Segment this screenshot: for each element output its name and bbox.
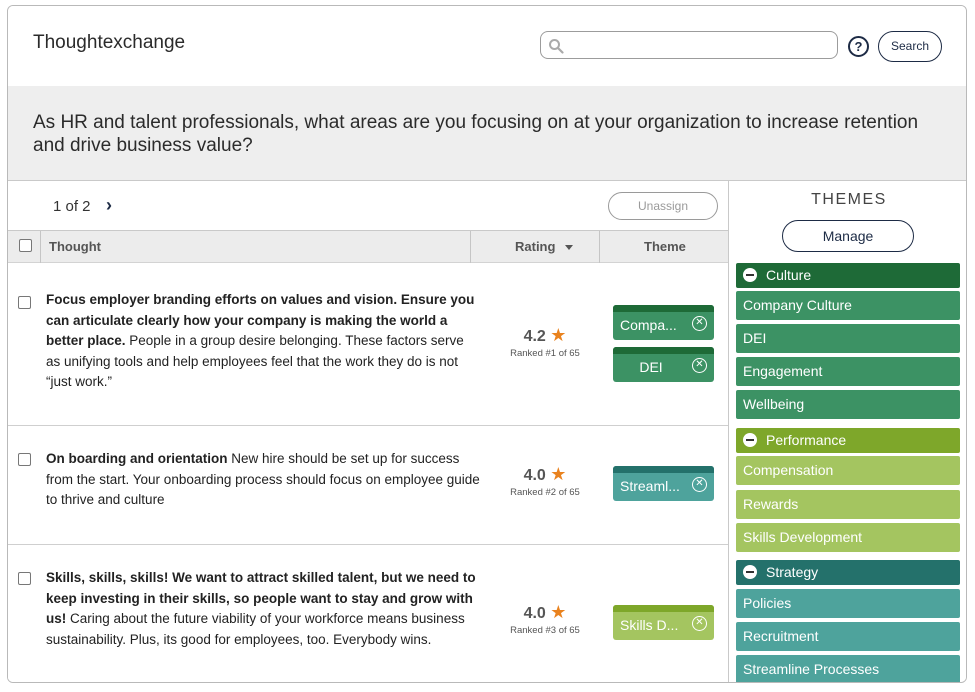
theme-item[interactable]: Company Culture — [736, 291, 960, 320]
theme-item[interactable]: Engagement — [736, 357, 960, 386]
thought-column-header: Thought — [49, 239, 101, 254]
theme-item[interactable]: Compensation — [736, 456, 960, 485]
header: Thoughtexchange ? Search — [8, 6, 966, 86]
remove-tag-icon[interactable]: ✕ — [692, 616, 707, 631]
rating-cell: 4.0 ★ Ranked #2 of 65 — [505, 464, 585, 498]
pager-label: 1 of 2 — [53, 198, 91, 215]
next-page-icon[interactable]: › — [106, 195, 112, 216]
thought-text: Skills, skills, skills! We want to attra… — [46, 568, 481, 650]
rating-header-label: Rating — [515, 239, 556, 254]
table-row[interactable]: On boarding and orientation New hire sho… — [8, 426, 728, 545]
remove-tag-icon[interactable]: ✕ — [692, 358, 707, 373]
theme-item[interactable]: DEI — [736, 324, 960, 353]
manage-button[interactable]: Manage — [782, 220, 914, 252]
theme-group-label: Performance — [766, 432, 847, 448]
question-banner: As HR and talent professionals, what are… — [8, 86, 966, 181]
theme-item[interactable]: Policies — [736, 589, 960, 618]
theme-item[interactable]: Streamline Processes — [736, 655, 960, 682]
themes-title: THEMES — [811, 191, 887, 208]
theme-list[interactable]: Culture Company Culture DEI Engagement W… — [729, 263, 966, 682]
theme-tag[interactable]: Compa... ✕ — [613, 305, 714, 340]
theme-tag-label: Streaml... — [620, 478, 680, 494]
select-all-checkbox[interactable] — [19, 239, 32, 252]
rating-cell: 4.2 ★ Ranked #1 of 65 — [505, 325, 585, 359]
remove-tag-icon[interactable]: ✕ — [692, 477, 707, 492]
theme-tag[interactable]: DEI ✕ — [613, 347, 714, 382]
themes-panel: THEMES Manage Culture Company Culture DE… — [728, 181, 966, 682]
collapse-icon[interactable] — [743, 433, 757, 447]
row-checkbox[interactable] — [18, 296, 31, 309]
theme-item[interactable]: Wellbeing — [736, 390, 960, 419]
theme-tag[interactable]: Streaml... ✕ — [613, 466, 714, 501]
header-divider — [599, 231, 600, 263]
rank-label: Ranked #2 of 65 — [510, 487, 580, 498]
table-row[interactable]: Focus employer branding efforts on value… — [8, 263, 728, 426]
sort-caret-icon — [565, 245, 574, 251]
rating-value: 4.2 — [523, 328, 546, 345]
app-title: Thoughtexchange — [33, 32, 186, 53]
star-icon: ★ — [550, 602, 567, 622]
thought-text: On boarding and orientation New hire sho… — [46, 449, 481, 511]
rating-cell: 4.0 ★ Ranked #3 of 65 — [505, 602, 585, 636]
tag-stripe — [613, 347, 714, 354]
tag-stripe — [613, 305, 714, 312]
row-checkbox[interactable] — [18, 572, 31, 585]
theme-group-strategy[interactable]: Strategy — [736, 560, 960, 585]
rank-label: Ranked #3 of 65 — [510, 625, 580, 636]
theme-item[interactable]: Recruitment — [736, 622, 960, 651]
theme-group-label: Culture — [766, 267, 812, 283]
table-header: Thought Rating Theme — [8, 230, 728, 263]
tag-stripe — [613, 466, 714, 473]
theme-tag-label: DEI — [639, 359, 663, 375]
theme-tag-label: Skills D... — [620, 617, 679, 633]
theme-column-header: Theme — [644, 239, 686, 254]
theme-group-culture[interactable]: Culture — [736, 263, 960, 288]
thought-headline: On boarding and orientation — [46, 451, 228, 466]
theme-group-performance[interactable]: Performance — [736, 428, 960, 453]
unassign-button[interactable]: Unassign — [608, 192, 718, 220]
remove-tag-icon[interactable]: ✕ — [692, 316, 707, 331]
header-divider — [40, 231, 41, 263]
theme-tag[interactable]: Skills D... ✕ — [613, 605, 714, 640]
tag-stripe — [613, 605, 714, 612]
table-row[interactable]: Skills, skills, skills! We want to attra… — [8, 545, 728, 682]
theme-item[interactable]: Rewards — [736, 490, 960, 519]
star-icon: ★ — [550, 464, 567, 484]
search-icon — [549, 39, 564, 54]
theme-tag-label: Compa... — [620, 317, 677, 333]
thought-text: Focus employer branding efforts on value… — [46, 290, 481, 393]
thoughts-panel: 1 of 2 › Unassign Thought Rating Theme F… — [8, 181, 728, 682]
theme-group-label: Strategy — [766, 564, 819, 580]
header-divider — [470, 231, 471, 263]
collapse-icon[interactable] — [743, 565, 757, 579]
rating-value: 4.0 — [523, 605, 546, 622]
search-input[interactable] — [569, 35, 831, 55]
row-checkbox[interactable] — [18, 453, 31, 466]
app-window: Thoughtexchange ? Search As HR and talen… — [7, 5, 967, 683]
rank-label: Ranked #1 of 65 — [510, 348, 580, 359]
star-icon: ★ — [550, 325, 567, 345]
search-box[interactable] — [540, 31, 838, 59]
question-text: As HR and talent professionals, what are… — [33, 112, 919, 156]
help-icon[interactable]: ? — [848, 36, 869, 57]
rating-value: 4.0 — [523, 467, 546, 484]
theme-item[interactable]: Skills Development — [736, 523, 960, 552]
rating-column-header[interactable]: Rating — [515, 231, 574, 263]
collapse-icon[interactable] — [743, 268, 757, 282]
thought-body: Caring about the future viability of you… — [46, 611, 465, 647]
search-button[interactable]: Search — [878, 31, 942, 62]
